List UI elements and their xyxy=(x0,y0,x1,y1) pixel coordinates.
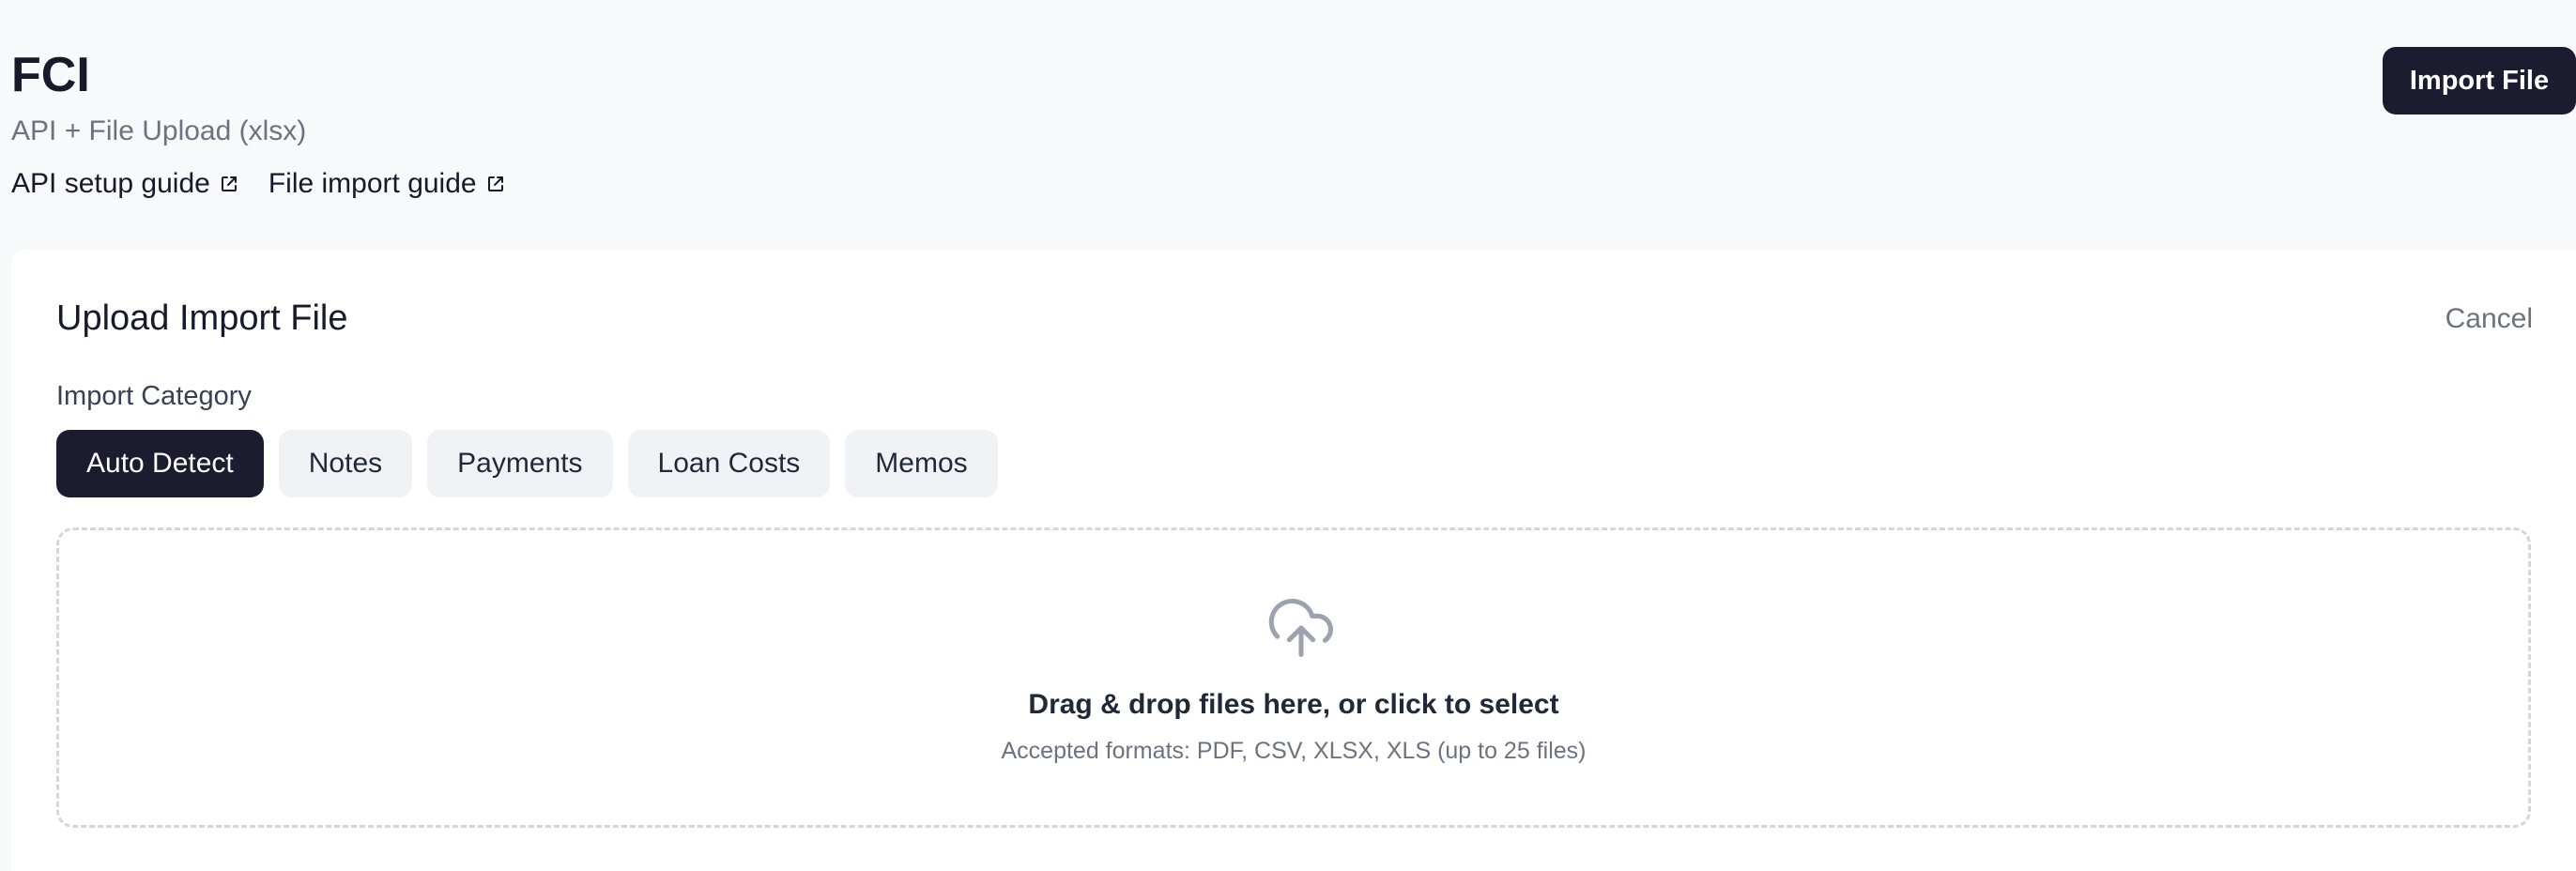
cloud-upload-icon xyxy=(1268,598,1333,658)
import-category-selector: Auto Detect Notes Payments Loan Costs Me… xyxy=(56,430,998,497)
category-memos[interactable]: Memos xyxy=(845,430,998,497)
external-link-icon xyxy=(487,176,503,191)
dropzone-main-text: Drag & drop files here, or click to sele… xyxy=(1028,689,1559,720)
import-file-button[interactable]: Import File xyxy=(2383,47,2576,115)
page-header: FCI API + File Upload (xlsx) API setup g… xyxy=(0,0,2576,244)
category-payments[interactable]: Payments xyxy=(427,430,613,497)
api-setup-guide-label: API setup guide xyxy=(11,168,210,199)
category-notes[interactable]: Notes xyxy=(278,430,413,497)
file-import-guide-label: File import guide xyxy=(268,168,477,199)
file-dropzone[interactable]: Drag & drop files here, or click to sele… xyxy=(56,527,2531,828)
import-category-label: Import Category xyxy=(56,381,252,411)
file-import-guide-link[interactable]: File import guide xyxy=(268,165,505,203)
card-title: Upload Import File xyxy=(56,298,348,338)
upload-import-card: Upload Import File Cancel Import Categor… xyxy=(11,250,2576,871)
category-loan-costs[interactable]: Loan Costs xyxy=(627,430,831,497)
category-auto-detect[interactable]: Auto Detect xyxy=(56,430,264,497)
cancel-button[interactable]: Cancel xyxy=(2446,300,2533,338)
page-title: FCI xyxy=(11,48,90,102)
dropzone-formats-text: Accepted formats: PDF, CSV, XLSX, XLS (u… xyxy=(1001,738,1587,764)
api-setup-guide-link[interactable]: API setup guide xyxy=(11,165,238,203)
external-link-icon xyxy=(221,176,237,191)
guide-links: API setup guide File import guide xyxy=(11,165,505,203)
page-subtitle: API + File Upload (xlsx) xyxy=(11,115,307,146)
